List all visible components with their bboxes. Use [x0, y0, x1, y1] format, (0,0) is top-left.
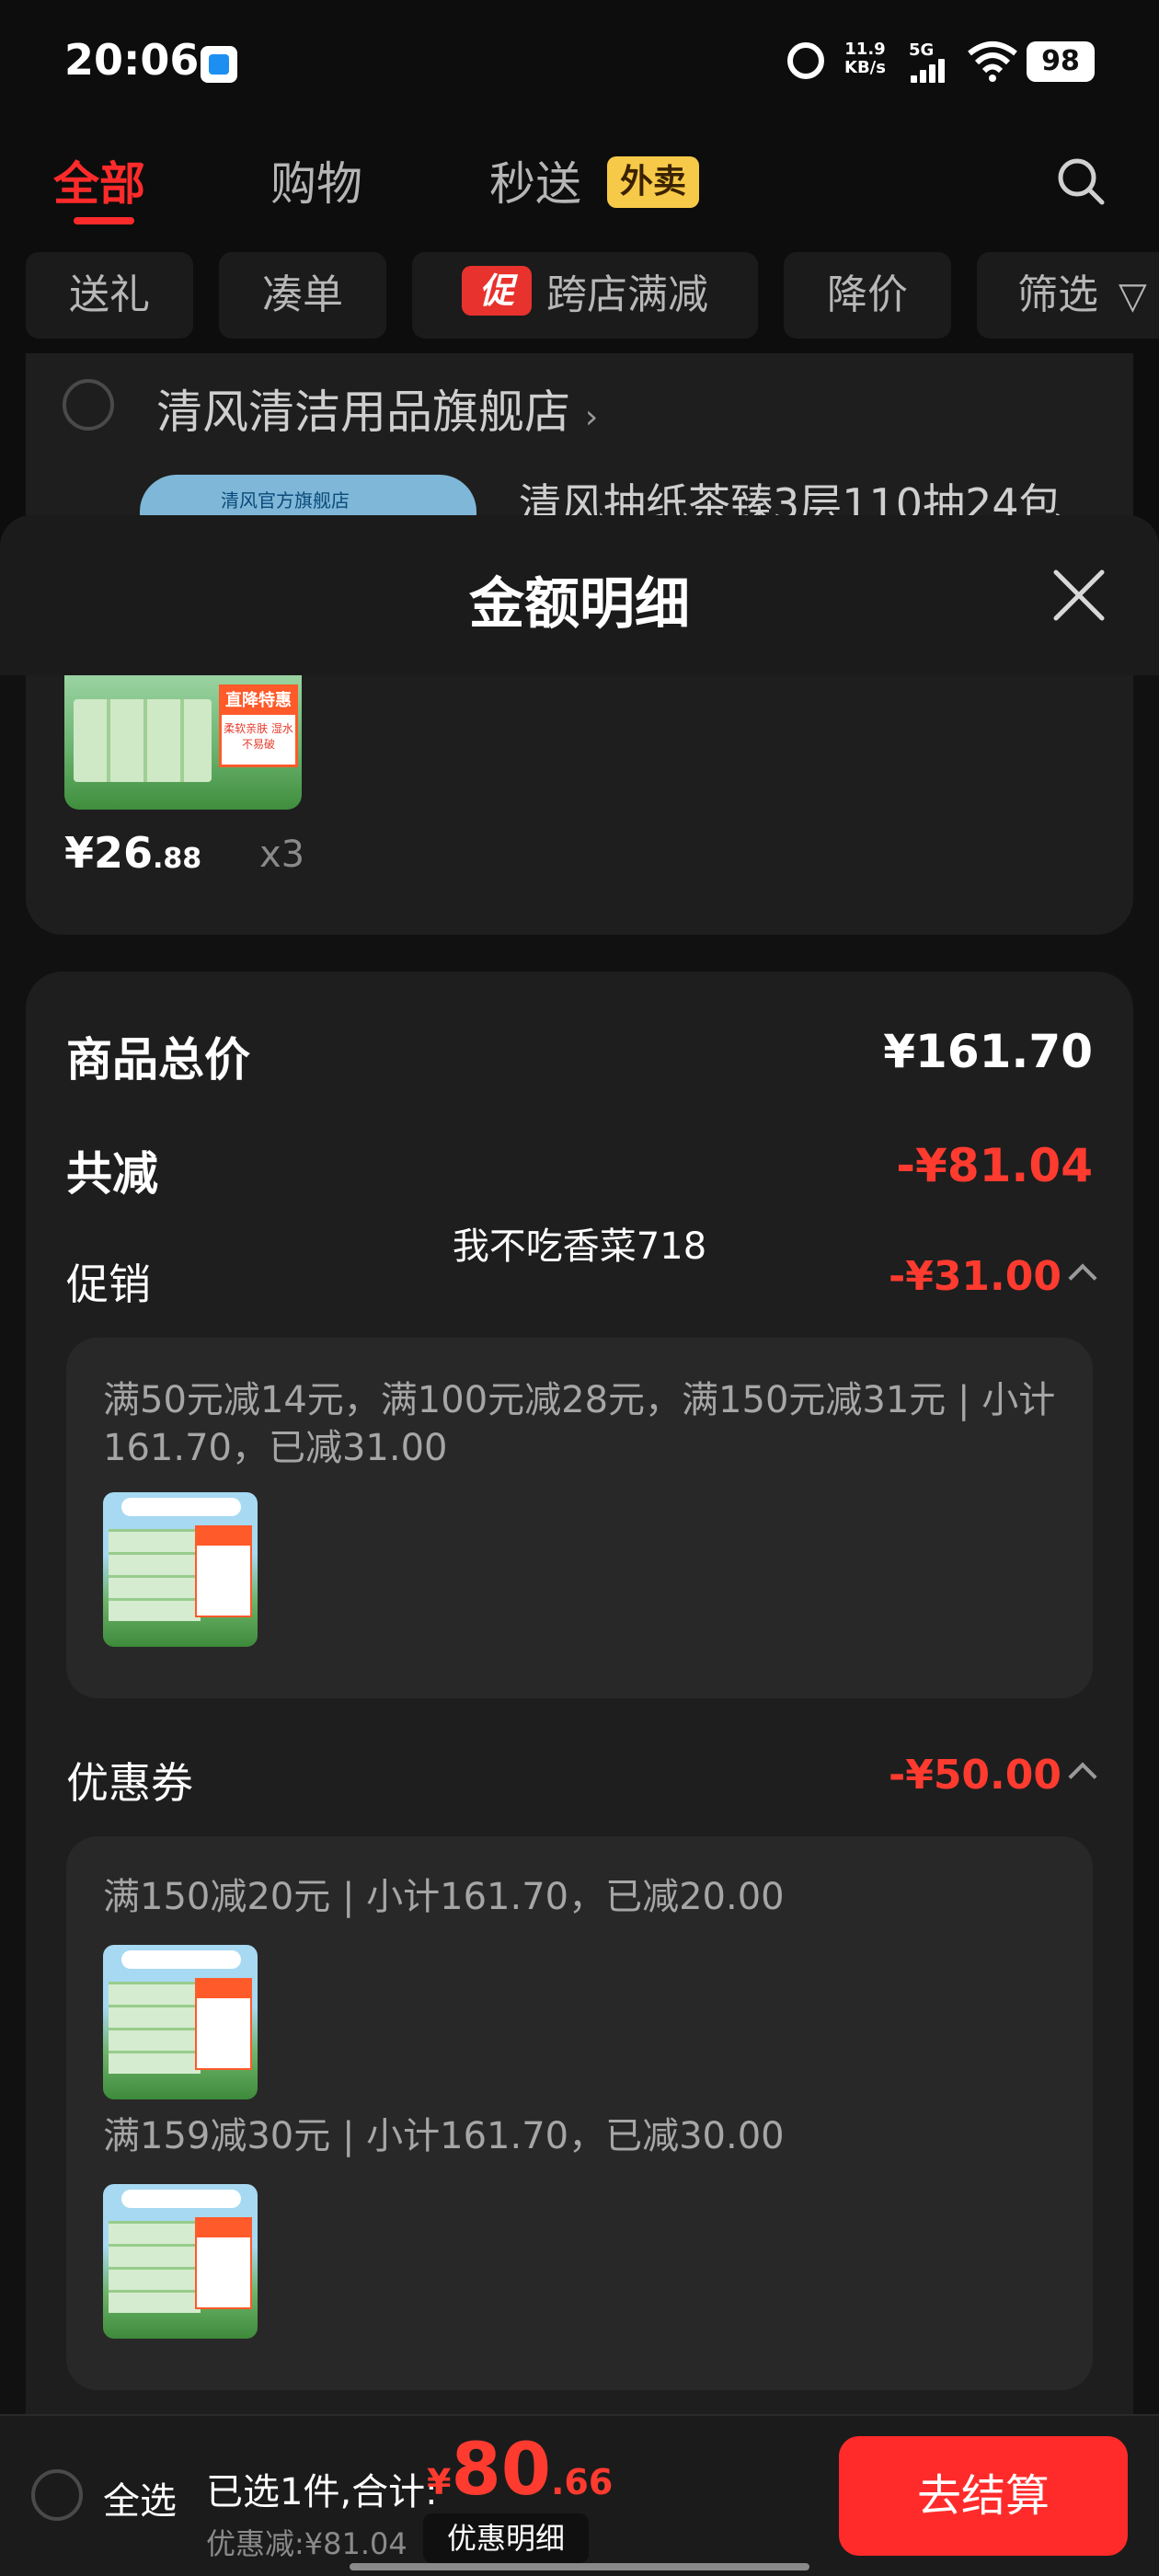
- total-price-currency: ¥: [427, 2462, 452, 2502]
- battery-indicator: 98: [1027, 41, 1095, 82]
- store-select-radio[interactable]: [63, 379, 114, 431]
- close-icon[interactable]: [1052, 569, 1106, 622]
- network-speed-unit: KB/s: [844, 58, 886, 77]
- store-name[interactable]: 清风清洁用品旗舰店 ›: [156, 375, 598, 442]
- tab-shopping[interactable]: 购物: [270, 147, 362, 213]
- coupon-product-thumbnail: [103, 2184, 258, 2339]
- promo-toggle[interactable]: -¥31.00: [888, 1253, 1097, 1300]
- chevron-up-icon: [1068, 1263, 1097, 1293]
- thumb-promo-title: 直降特惠: [222, 687, 295, 715]
- tab-express[interactable]: 秒送: [489, 147, 581, 213]
- coupon-toggle[interactable]: -¥50.00: [888, 1752, 1097, 1799]
- search-icon[interactable]: [1056, 156, 1106, 206]
- item-price: ¥26.88: [64, 828, 201, 878]
- filter-cross-store[interactable]: 促跨店满减: [412, 252, 758, 339]
- reduce-label: 共减: [66, 1147, 158, 1201]
- alarm-icon: [787, 42, 824, 79]
- active-tab-indicator: [74, 217, 134, 224]
- sheet-title: 金额明细: [469, 572, 690, 637]
- coupon-detail-text: 满150减20元 | 小计161.70，已减20.00: [103, 1876, 785, 1918]
- network-type: 5G: [909, 40, 935, 60]
- store-name-text: 清风清洁用品旗舰店: [156, 385, 570, 439]
- coupon-detail-text: 满159减30元 | 小计161.70，已减30.00: [103, 2115, 785, 2157]
- total-value: ¥161.70: [883, 1025, 1093, 1078]
- promo-detail-text: 满50元减14元，满100元减28元，满150元减31元 | 小计161.70，…: [103, 1379, 1056, 1469]
- funnel-icon: ▽: [1119, 275, 1147, 317]
- discount-summary: 优惠减:¥81.04: [206, 2526, 407, 2561]
- status-time: 20:06: [64, 35, 200, 85]
- item-quantity: x3: [259, 834, 305, 876]
- reduce-value: -¥81.04: [896, 1139, 1093, 1192]
- item-price-int: ¥26: [64, 828, 154, 878]
- filter-screen[interactable]: 筛选 ▽: [977, 252, 1159, 339]
- filter-gift[interactable]: 送礼: [26, 252, 193, 339]
- item-price-dec: .88: [153, 843, 202, 875]
- tab-all[interactable]: 全部: [53, 147, 145, 213]
- home-indicator[interactable]: [350, 2563, 809, 2570]
- network-speed-value: 11.9: [844, 40, 886, 59]
- store-thumb-label: 清风官方旗舰店: [221, 489, 350, 512]
- thumb-promo-tag: 直降特惠 柔软亲肤 湿水不易破: [219, 684, 298, 767]
- chevron-right-icon: ›: [584, 398, 599, 436]
- chevron-up-icon: [1068, 1762, 1097, 1791]
- top-tabs: 全部 购物 秒送 外卖: [0, 138, 1159, 230]
- checkout-button[interactable]: 去结算: [839, 2436, 1128, 2556]
- promo-value: -¥31.00: [888, 1253, 1061, 1300]
- coupon-value: -¥50.00: [888, 1752, 1061, 1799]
- total-price-int: 80: [451, 2429, 551, 2512]
- thumb-promo-sub: 柔软亲肤 湿水不易破: [224, 722, 293, 751]
- coupon-product-thumbnail: [103, 1945, 258, 2099]
- total-price-dec: .66: [551, 2462, 614, 2502]
- filter-price-drop[interactable]: 降价: [784, 252, 951, 339]
- signal-icon: [911, 59, 947, 83]
- filter-cross-store-label: 跨店满减: [546, 271, 708, 318]
- filter-add-on[interactable]: 凑单: [219, 252, 386, 339]
- promo-label: 促销: [66, 1259, 151, 1309]
- app-notification-icon: [201, 46, 237, 83]
- wifi-icon: [968, 41, 1017, 82]
- select-all-label[interactable]: 全选: [103, 2471, 177, 2524]
- status-bar: 20:06 11.9 KB/s 5G 98: [0, 0, 1159, 120]
- discount-detail-button[interactable]: 优惠明细: [423, 2513, 589, 2563]
- promo-tag: 促: [462, 266, 532, 316]
- network-speed: 11.9 KB/s: [844, 40, 886, 77]
- total-price: ¥80.66: [427, 2429, 613, 2512]
- coupon-label: 优惠券: [66, 1758, 193, 1808]
- takeout-badge: 外卖: [607, 156, 699, 208]
- total-label: 商品总价: [66, 1033, 250, 1087]
- item-thumbnail: 直降特惠 柔软亲肤 湿水不易破: [64, 675, 302, 810]
- select-all-radio[interactable]: [31, 2469, 83, 2521]
- filter-screen-label: 筛选: [1017, 271, 1098, 318]
- selected-summary: 已选1件,合计:: [206, 2471, 438, 2513]
- promo-product-thumbnail: [103, 1492, 258, 1647]
- tissue-box-image: [74, 699, 212, 782]
